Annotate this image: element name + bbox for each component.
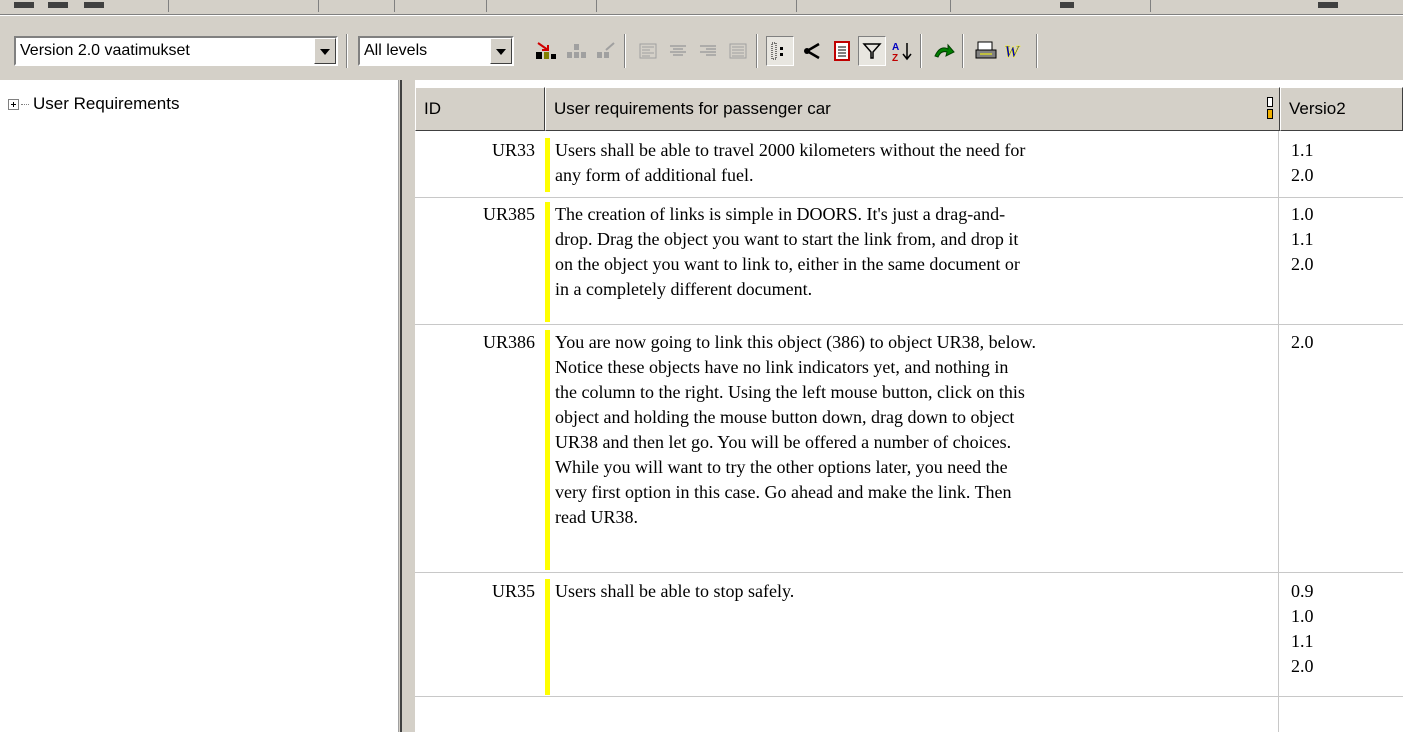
pane-splitter[interactable]	[399, 80, 415, 732]
object-versions: 1.1 2.0	[1291, 140, 1314, 185]
object-id: UR385	[482, 204, 535, 224]
table-row[interactable]: UR385 The creation of links is simple in…	[415, 197, 1403, 325]
toolbar-button-fragment[interactable]	[14, 2, 34, 8]
align-right-button[interactable]	[694, 36, 722, 66]
module-explorer-tree: User Requirements	[0, 80, 399, 732]
separator	[394, 0, 395, 12]
align-center-button[interactable]	[664, 36, 692, 66]
follow-link-button[interactable]	[930, 36, 958, 66]
object-id: UR33	[491, 140, 535, 160]
level-select-value: All levels	[364, 42, 428, 59]
align-justify-icon	[729, 43, 747, 59]
separator	[346, 34, 348, 68]
column-header-id[interactable]: ID	[415, 87, 545, 131]
toolbar-button-fragment[interactable]	[1060, 2, 1074, 8]
document-button[interactable]	[828, 36, 856, 66]
object-text[interactable]: You are now going to link this object (3…	[555, 330, 1275, 530]
object-id: UR35	[491, 581, 535, 601]
separator	[1036, 34, 1038, 68]
level-select[interactable]: All levels	[358, 36, 514, 66]
column-header-label: ID	[424, 99, 441, 118]
table-row[interactable]: UR33 Users shall be able to travel 2000 …	[415, 135, 1403, 198]
separator	[624, 34, 626, 68]
links-icon	[804, 42, 820, 60]
chevron-down-icon[interactable]	[490, 38, 512, 64]
menu-toolbar-strip	[0, 0, 1403, 15]
object-versions: 1.0 1.1 2.0	[1291, 204, 1314, 274]
align-justify-button[interactable]	[724, 36, 752, 66]
separator	[950, 0, 951, 12]
formatting-toolbar: Version 2.0 vaatimukset All levels AZ W	[0, 15, 1403, 81]
view-select[interactable]: Version 2.0 vaatimukset	[14, 36, 338, 66]
separator	[962, 34, 964, 68]
change-bar	[545, 138, 550, 192]
separator	[318, 0, 319, 12]
toolbar-button-fragment[interactable]	[48, 2, 68, 8]
align-left-icon	[639, 43, 657, 59]
change-bar	[545, 579, 550, 695]
column-header-version[interactable]: Versio2	[1280, 87, 1403, 131]
show-outline-icon	[771, 42, 783, 60]
chevron-down-icon[interactable]	[314, 38, 336, 64]
object-text[interactable]: The creation of links is simple in DOORS…	[555, 202, 1275, 302]
align-left-button[interactable]	[634, 36, 662, 66]
view-select-value: Version 2.0 vaatimukset	[20, 42, 190, 59]
svg-text:W: W	[1004, 42, 1021, 61]
insert-object-icon	[536, 42, 556, 59]
table-row[interactable]: UR386 You are now going to link this obj…	[415, 325, 1403, 573]
module-document-view: ID User requirements for passenger car V…	[415, 80, 1403, 732]
follow-link-icon	[934, 43, 955, 58]
filter-button[interactable]	[858, 36, 886, 66]
word-export-icon: W	[1004, 42, 1022, 62]
main-column-grip-icon[interactable]	[1267, 97, 1275, 121]
tree-item-label: User Requirements	[33, 94, 180, 113]
change-bar	[545, 330, 550, 570]
column-header-main[interactable]: User requirements for passenger car	[545, 87, 1280, 131]
align-center-icon	[670, 45, 686, 56]
object-versions: 2.0	[1291, 332, 1314, 352]
table-row[interactable]: UR35 Users shall be able to stop safely.…	[415, 573, 1403, 697]
splitter-line	[400, 80, 402, 732]
word-export-button[interactable]: W	[1002, 36, 1030, 66]
separator	[168, 0, 169, 12]
print-icon	[975, 41, 997, 59]
tree-item-user-requirements[interactable]: User Requirements	[8, 94, 179, 114]
align-right-icon	[700, 45, 716, 56]
separator	[796, 0, 797, 12]
document-icon	[834, 41, 850, 61]
delete-object-icon	[597, 42, 615, 58]
print-button[interactable]	[972, 36, 1000, 66]
svg-text:A: A	[892, 42, 899, 53]
insert-below-button[interactable]	[562, 36, 590, 66]
object-versions: 0.9 1.0 1.1 2.0	[1291, 581, 1314, 676]
filter-icon	[862, 43, 882, 59]
separator	[920, 34, 922, 68]
toolbar-button-fragment[interactable]	[1318, 2, 1338, 8]
insert-below-icon	[567, 44, 586, 58]
column-header-label: User requirements for passenger car	[554, 99, 831, 118]
expand-icon[interactable]	[8, 98, 19, 110]
toolbar-button-fragment[interactable]	[84, 2, 104, 8]
svg-text:Z: Z	[892, 53, 898, 62]
separator	[596, 0, 597, 12]
object-text[interactable]: Users shall be able to travel 2000 kilom…	[555, 138, 1275, 188]
change-bar	[545, 202, 550, 322]
insert-object-button[interactable]	[532, 36, 560, 66]
links-button[interactable]	[798, 36, 826, 66]
separator	[756, 34, 758, 68]
sort-icon: AZ	[892, 42, 912, 62]
tree-connector	[21, 103, 29, 105]
separator	[1150, 0, 1151, 12]
column-header-label: Versio2	[1289, 99, 1346, 118]
sort-button[interactable]: AZ	[888, 36, 916, 66]
show-outline-button[interactable]	[766, 36, 794, 66]
object-text[interactable]: Users shall be able to stop safely.	[555, 579, 1275, 604]
separator	[486, 0, 487, 12]
object-id: UR386	[482, 332, 535, 352]
delete-object-button[interactable]	[592, 36, 620, 66]
